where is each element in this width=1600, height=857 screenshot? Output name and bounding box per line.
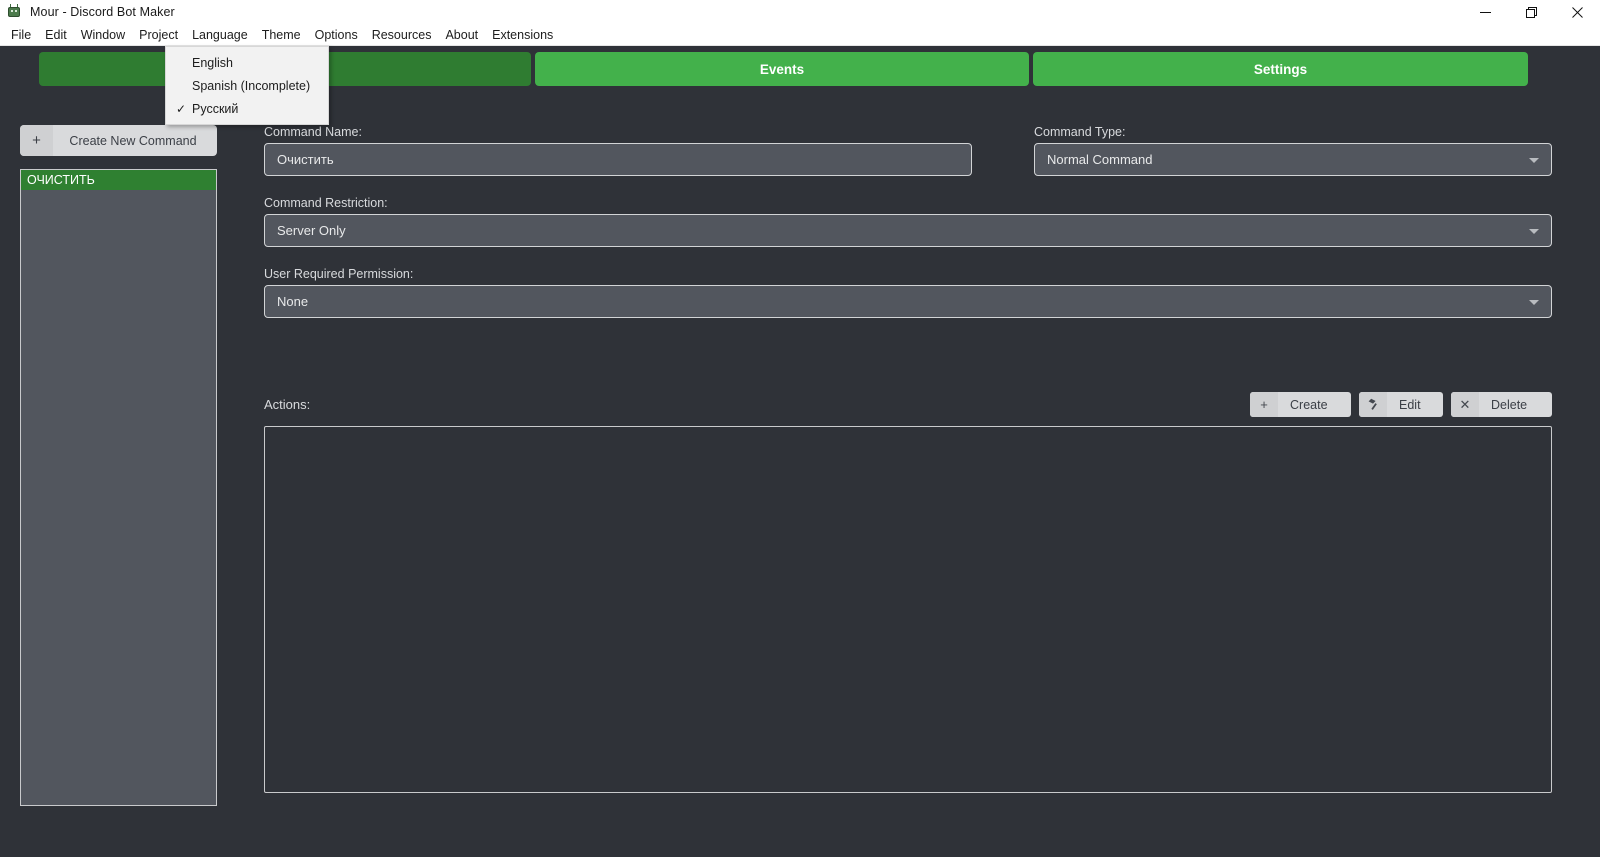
bot-icon [6, 4, 22, 20]
command-name-label: Command Name: [264, 125, 362, 139]
restore-button[interactable] [1508, 0, 1554, 24]
edit-action-button[interactable]: Edit [1359, 392, 1443, 417]
command-type-group: Command Type: Normal Command [1034, 125, 1552, 176]
language-option-russian-label: Русский [192, 101, 239, 116]
menu-item-project[interactable]: Project [132, 25, 185, 45]
create-new-command-label: Create New Command [69, 133, 197, 148]
chevron-down-icon [1529, 228, 1539, 234]
user-required-permission-select[interactable]: None [264, 285, 1552, 318]
language-option-spanish-label: Spanish (Incomplete) [192, 78, 311, 93]
close-button[interactable] [1554, 0, 1600, 24]
delete-action-label: Delete [1491, 397, 1528, 412]
window-controls [1462, 0, 1600, 24]
plus-icon: + [20, 125, 53, 156]
plus-icon: + [1250, 392, 1278, 417]
menu-item-theme[interactable]: Theme [255, 25, 308, 45]
edit-action-label: Edit [1399, 397, 1421, 412]
language-option-english-label: English [192, 55, 233, 70]
command-name-group: Command Name: Очистить [264, 125, 972, 176]
actions-header: Actions: + Create Edit ✕ Delete [264, 392, 1552, 417]
language-option-spanish[interactable]: Spanish (Incomplete) [166, 74, 328, 97]
menu-item-edit[interactable]: Edit [38, 25, 74, 45]
tab-settings[interactable]: Settings [1033, 52, 1528, 86]
menu-item-file[interactable]: File [4, 25, 38, 45]
user-required-permission-label: User Required Permission: [264, 267, 414, 281]
chevron-down-icon [1529, 157, 1539, 163]
menu-item-window[interactable]: Window [74, 25, 132, 45]
list-item[interactable]: ОЧИСТИТЬ [21, 170, 216, 190]
cross-icon: ✕ [1451, 392, 1479, 417]
create-action-label: Create [1290, 397, 1328, 412]
delete-action-button[interactable]: ✕ Delete [1451, 392, 1552, 417]
menu-item-resources[interactable]: Resources [365, 25, 439, 45]
actions-toolbar: + Create Edit ✕ Delete [1242, 392, 1552, 417]
command-restriction-group: Command Restriction: Server Only [264, 196, 1552, 247]
language-option-english[interactable]: English [166, 51, 328, 74]
workspace: + Create New Command ОЧИСТИТЬ Command Na… [0, 92, 1600, 857]
menu-item-extensions[interactable]: Extensions [485, 25, 560, 45]
create-action-button[interactable]: + Create [1250, 392, 1351, 417]
command-type-select[interactable]: Normal Command [1034, 143, 1552, 176]
user-required-permission-value: None [277, 294, 309, 309]
window-title: Mour - Discord Bot Maker [30, 5, 175, 19]
actions-label: Actions: [264, 397, 311, 412]
tab-events[interactable]: Events [535, 52, 1029, 86]
menu-item-about[interactable]: About [438, 25, 485, 45]
menu-item-options[interactable]: Options [308, 25, 365, 45]
hammer-icon [1359, 392, 1387, 417]
command-name-input[interactable]: Очистить [264, 143, 972, 176]
command-restriction-label: Command Restriction: [264, 196, 388, 210]
command-editor: Command Name: Очистить Command Type: Nor… [264, 125, 1552, 793]
actions-list-panel[interactable] [264, 426, 1552, 793]
command-sidebar: + Create New Command ОЧИСТИТЬ [20, 125, 217, 806]
user-required-permission-group: User Required Permission: None [264, 267, 1552, 318]
menu-bar: File Edit Window Project Language Theme … [0, 24, 1600, 46]
title-bar: Mour - Discord Bot Maker [0, 0, 1600, 24]
language-dropdown-menu: English Spanish (Incomplete) ✓ Русский [165, 46, 329, 125]
menu-item-language[interactable]: Language [185, 24, 255, 45]
check-icon: ✓ [175, 101, 187, 116]
name-type-row: Command Name: Очистить Command Type: Nor… [264, 125, 1552, 176]
command-list[interactable]: ОЧИСТИТЬ [20, 169, 217, 806]
language-option-russian[interactable]: ✓ Русский [166, 97, 328, 120]
chevron-down-icon [1529, 299, 1539, 305]
command-type-value: Normal Command [1047, 152, 1153, 167]
minimize-button[interactable] [1462, 0, 1508, 24]
command-restriction-select[interactable]: Server Only [264, 214, 1552, 247]
command-restriction-value: Server Only [277, 223, 346, 238]
command-type-label: Command Type: [1034, 125, 1126, 139]
create-new-command-button[interactable]: + Create New Command [20, 125, 217, 156]
